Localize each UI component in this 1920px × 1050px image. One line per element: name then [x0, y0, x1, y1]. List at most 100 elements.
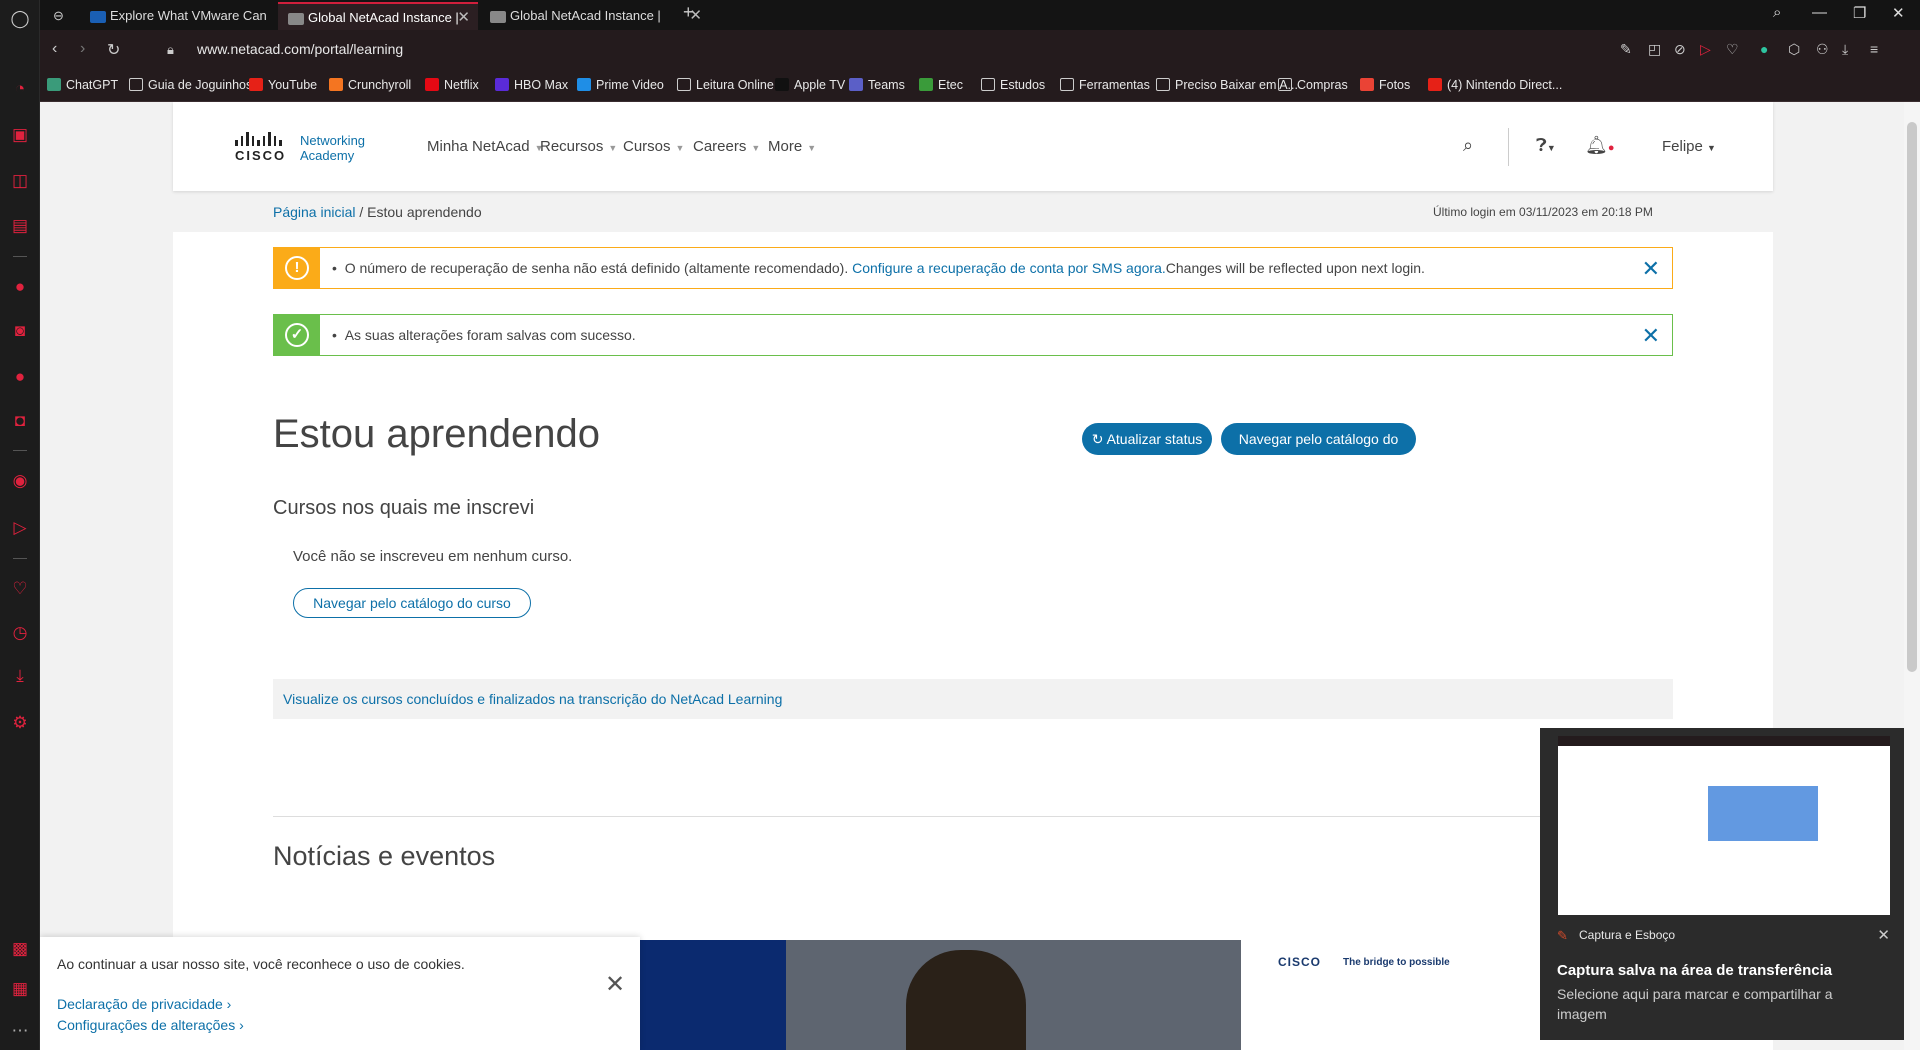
- vmware-favicon-icon: [90, 10, 106, 23]
- menu-more[interactable]: More ▼: [768, 138, 816, 155]
- tab-vmware[interactable]: Explore What VMware Can✕: [80, 2, 310, 30]
- change-settings-link[interactable]: Configurações de alterações ›: [57, 1017, 244, 1033]
- success-text: As suas alterações foram salvas com suce…: [344, 327, 636, 343]
- bookmark-favicon-icon: [47, 78, 61, 91]
- browse-catalog-outline-button[interactable]: Navegar pelo catálogo do curso: [293, 588, 531, 618]
- profile-icon[interactable]: ⚇: [1816, 41, 1829, 58]
- opera-logo-icon[interactable]: ◯: [9, 8, 31, 30]
- menu-minha-netacad[interactable]: Minha NetAcad ▼: [427, 138, 543, 155]
- flow-icon[interactable]: ▷: [1700, 41, 1711, 58]
- minimize-icon[interactable]: —: [1812, 4, 1827, 21]
- tab-netacad-active[interactable]: Global NetAcad Instance | ✕: [278, 2, 478, 30]
- bookmark-item[interactable]: (4) Nintendo Direct...: [1428, 78, 1562, 92]
- ai-icon[interactable]: ▩: [9, 938, 31, 960]
- search-icon[interactable]: ⌕: [1463, 135, 1473, 156]
- bookmark-item[interactable]: Estudos: [981, 78, 1045, 92]
- news-card-cisco[interactable]: CISCO The bridge to possible: [1278, 940, 1538, 1050]
- caret-down-icon: ▼: [807, 143, 817, 153]
- folder-icon: [1278, 78, 1292, 91]
- menu-cursos[interactable]: Cursos ▼: [623, 138, 684, 155]
- menu-careers[interactable]: Careers ▼: [693, 138, 760, 155]
- maximize-icon[interactable]: ❐: [1853, 4, 1866, 22]
- bookmark-item[interactable]: Crunchyroll: [329, 78, 411, 92]
- scrollbar[interactable]: [1904, 102, 1920, 1050]
- site-header: CISCO Networking Academy Minha NetAcad ▼ …: [173, 102, 1773, 191]
- menu-icon[interactable]: ≡: [1870, 41, 1878, 57]
- screenshot-thumbnail[interactable]: [1558, 736, 1890, 915]
- instagram-icon[interactable]: ◙: [9, 320, 31, 342]
- help-icon[interactable]: ❓︎▼: [1536, 135, 1556, 156]
- player-icon[interactable]: ◉: [9, 470, 31, 492]
- bookmark-label: Etec: [938, 78, 964, 92]
- gallery-icon[interactable]: ▦: [9, 978, 31, 1000]
- whatsapp-icon[interactable]: ●: [9, 276, 31, 298]
- cisco-logo[interactable]: CISCO: [235, 132, 286, 163]
- forward-icon[interactable]: ›: [80, 40, 85, 58]
- close-icon[interactable]: ✕: [605, 970, 625, 999]
- toast-subtitle: Selecione aqui para marcar e compartilha…: [1557, 986, 1833, 1022]
- downloads-icon[interactable]: ⤓: [1842, 41, 1848, 58]
- heart-icon[interactable]: ♡: [9, 578, 31, 600]
- browse-catalog-button[interactable]: Navegar pelo catálogo do curso: [1221, 423, 1416, 479]
- user-menu[interactable]: Felipe ▼: [1662, 138, 1716, 155]
- close-window-icon[interactable]: ✕: [1892, 4, 1905, 22]
- bookmark-heart-icon[interactable]: ♡: [1726, 41, 1739, 58]
- more-icon[interactable]: ⋯: [9, 1020, 31, 1042]
- bookmark-favicon-icon: [329, 78, 343, 91]
- bookmark-item[interactable]: HBO Max: [495, 78, 568, 92]
- tracker-icon[interactable]: ▤: [9, 215, 31, 237]
- bookmark-item[interactable]: Compras: [1278, 78, 1348, 92]
- bookmark-item[interactable]: Guia de Joguinhos: [129, 78, 252, 92]
- discord-icon[interactable]: ◘: [9, 410, 31, 432]
- tab-search-icon[interactable]: ⌕: [1773, 4, 1781, 21]
- tab-netacad[interactable]: Global NetAcad Instance | ✕: [480, 2, 710, 30]
- networking-academy-logo[interactable]: Networking Academy: [300, 133, 365, 163]
- bookmark-item[interactable]: Netflix: [425, 78, 479, 92]
- tab-gamepad-icon[interactable]: ⊖: [43, 2, 73, 30]
- bookmark-item[interactable]: Etec: [919, 78, 963, 92]
- close-tab-icon[interactable]: ✕: [457, 4, 470, 30]
- snip-toast-notification[interactable]: ✎ Captura e Esboço ✕ Captura salva na ár…: [1540, 728, 1904, 1040]
- history-icon[interactable]: ◷: [9, 622, 31, 644]
- briefcase-icon[interactable]: ▣: [9, 124, 31, 146]
- reload-icon[interactable]: ↻: [107, 40, 120, 60]
- extension-icon[interactable]: ●: [1760, 41, 1768, 57]
- notification-bell-icon[interactable]: 🔔︎●: [1585, 135, 1615, 156]
- close-icon[interactable]: ✕: [1642, 256, 1660, 282]
- url-field[interactable]: www.netacad.com/portal/learning: [197, 41, 403, 57]
- snapshot-icon[interactable]: ◰: [1648, 41, 1661, 58]
- menu-label: More: [768, 138, 803, 155]
- bookmark-item[interactable]: Preciso Baixar em A...: [1156, 78, 1298, 92]
- refresh-status-button[interactable]: ↻ Atualizar status: [1082, 423, 1212, 455]
- bookmark-item[interactable]: Teams: [849, 78, 905, 92]
- download-icon[interactable]: ⤓: [9, 665, 31, 687]
- adblock-icon[interactable]: ⊘: [1674, 41, 1686, 58]
- privacy-statement-link[interactable]: Declaração de privacidade ›: [57, 996, 231, 1012]
- bookmark-item[interactable]: Apple TV: [775, 78, 845, 92]
- twitter-icon[interactable]: ●: [9, 366, 31, 388]
- bookmark-item[interactable]: Prime Video: [577, 78, 664, 92]
- news-card-photo[interactable]: [786, 940, 1241, 1050]
- folder-icon: [1060, 78, 1074, 91]
- bookmark-item[interactable]: Ferramentas: [1060, 78, 1150, 92]
- back-icon[interactable]: ‹: [52, 40, 57, 58]
- bookmark-item[interactable]: Fotos: [1360, 78, 1410, 92]
- new-tab-icon[interactable]: +: [683, 2, 694, 23]
- cube-icon[interactable]: ⬡: [1788, 41, 1800, 58]
- sms-recovery-link[interactable]: Configure a recuperação de conta por SMS…: [852, 260, 1166, 276]
- transcript-link[interactable]: Visualize os cursos concluídos e finaliz…: [283, 691, 782, 707]
- send-icon[interactable]: ▷: [9, 517, 31, 539]
- bookmark-item[interactable]: ChatGPT: [47, 78, 118, 92]
- bookmark-item[interactable]: Leitura Online: [677, 78, 774, 92]
- speed-dial-icon[interactable]: ◔: [9, 78, 31, 100]
- close-icon[interactable]: ✕: [1642, 323, 1660, 349]
- bookmark-item[interactable]: YouTube: [249, 78, 317, 92]
- scrollbar-thumb[interactable]: [1907, 122, 1917, 672]
- menu-recursos[interactable]: Recursos ▼: [540, 138, 617, 155]
- edit-icon[interactable]: ✎: [1620, 41, 1632, 58]
- breadcrumb-home-link[interactable]: Página inicial: [273, 204, 356, 220]
- settings-gear-icon[interactable]: ⚙: [9, 712, 31, 734]
- close-icon[interactable]: ✕: [1877, 926, 1890, 944]
- bookmark-label: Compras: [1297, 78, 1348, 92]
- twitch-icon[interactable]: ◫: [9, 170, 31, 192]
